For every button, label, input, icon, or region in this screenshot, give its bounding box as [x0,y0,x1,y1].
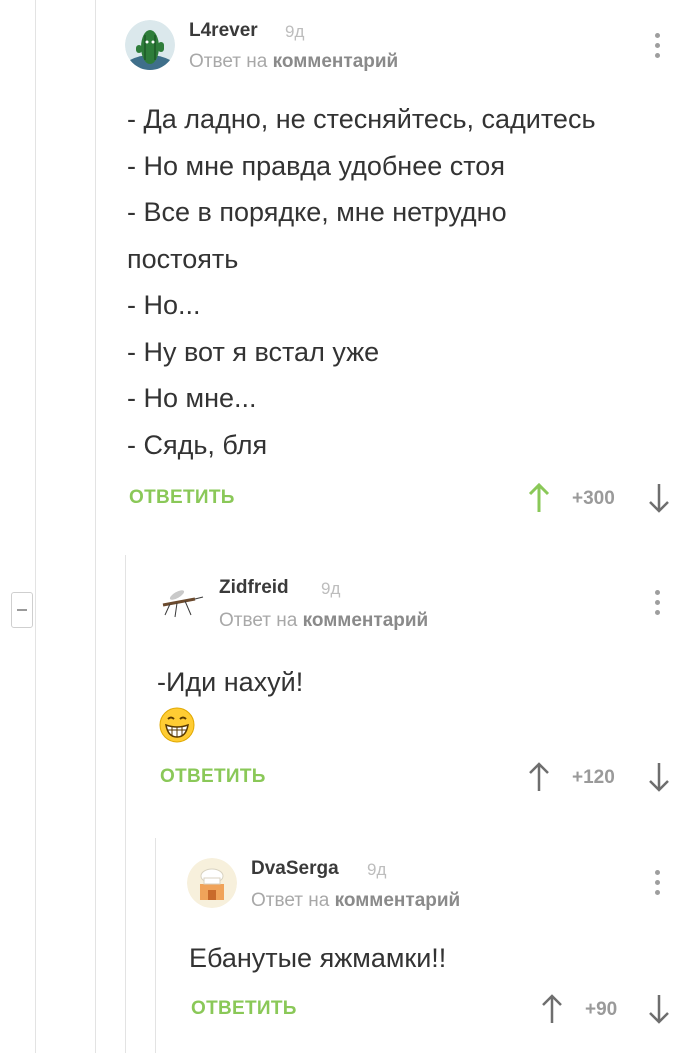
reply-target-link[interactable]: комментарий [303,610,429,631]
downvote-icon[interactable] [647,482,671,514]
reply-to-line: Ответ на комментарий [219,610,428,632]
reply-button[interactable]: ОТВЕТИТЬ [129,487,235,509]
reply-prefix: Ответ на [219,610,298,631]
text-line: Ебанутые яжмамки!! [189,943,447,973]
reply-target-link[interactable]: комментарий [273,51,399,72]
username[interactable]: L4rever [189,20,258,42]
user-avatar[interactable] [187,858,237,908]
reply-prefix: Ответ на [189,51,268,72]
comment: Zidfreid 9д Ответ на комментарий -Иди на… [155,555,700,825]
thread-line [95,0,96,1053]
user-avatar[interactable] [125,20,175,70]
reply-to-line: Ответ на комментарий [189,51,398,73]
reply-to-line: Ответ на комментарий [251,890,460,912]
text-line: - Ну вот я встал уже [127,336,380,367]
text-line: - Все в порядке, мне нетрудно [127,197,507,227]
upvote-icon[interactable] [527,482,551,514]
downvote-icon[interactable] [647,761,671,793]
user-avatar[interactable] [155,577,205,627]
comment-text: -Иди нахуй! [157,659,303,706]
rating-value: +90 [585,999,618,1020]
more-options-icon[interactable] [655,33,661,61]
text-line: - Но... [127,290,201,320]
more-options-icon[interactable] [655,870,661,898]
thread-line [155,838,156,1053]
text-line: -Иди нахуй! [157,667,304,697]
thread-line [35,0,36,1053]
more-options-icon[interactable] [655,590,661,618]
text-line: постоять [127,243,239,274]
comment-age: 9д [321,579,341,598]
reply-target-link[interactable]: комментарий [335,890,461,911]
reply-prefix: Ответ на [251,890,330,911]
text-line: - Но мне правда удобнее стоя [127,150,505,181]
reply-button[interactable]: ОТВЕТИТЬ [191,998,297,1020]
reply-button[interactable]: ОТВЕТИТЬ [160,766,266,788]
chef-house-avatar-icon [187,858,237,908]
comment: L4rever 9д Ответ на комментарий - Да лад… [125,0,700,540]
collapse-thread-button[interactable] [11,592,33,628]
comment: DvaSerga 9д Ответ на комментарий Ебануты… [187,838,700,1053]
comment-age: 9д [285,22,305,41]
text-line: - Сядь, бля [127,429,268,460]
text-line: - Да ладно, не стесняйтесь, садитесь [127,104,596,134]
rating-value: +120 [572,767,615,788]
comment-age: 9д [367,860,387,879]
thread-line [125,555,126,1053]
cactus-avatar-icon [125,20,175,70]
username[interactable]: Zidfreid [219,577,289,599]
rating-value: +300 [572,488,615,509]
username[interactable]: DvaSerga [251,858,339,880]
upvote-icon[interactable] [527,761,551,793]
grinning-emoji-icon [159,707,195,743]
downvote-icon[interactable] [647,993,671,1025]
text-line: - Но мне... [127,383,257,413]
upvote-icon[interactable] [540,993,564,1025]
comment-text: - Да ладно, не стесняйтесь, садитесь - Н… [127,96,596,468]
comment-text: Ебанутые яжмамки!! [189,935,446,982]
mosquito-avatar-icon [155,577,205,627]
minus-icon [17,609,27,611]
